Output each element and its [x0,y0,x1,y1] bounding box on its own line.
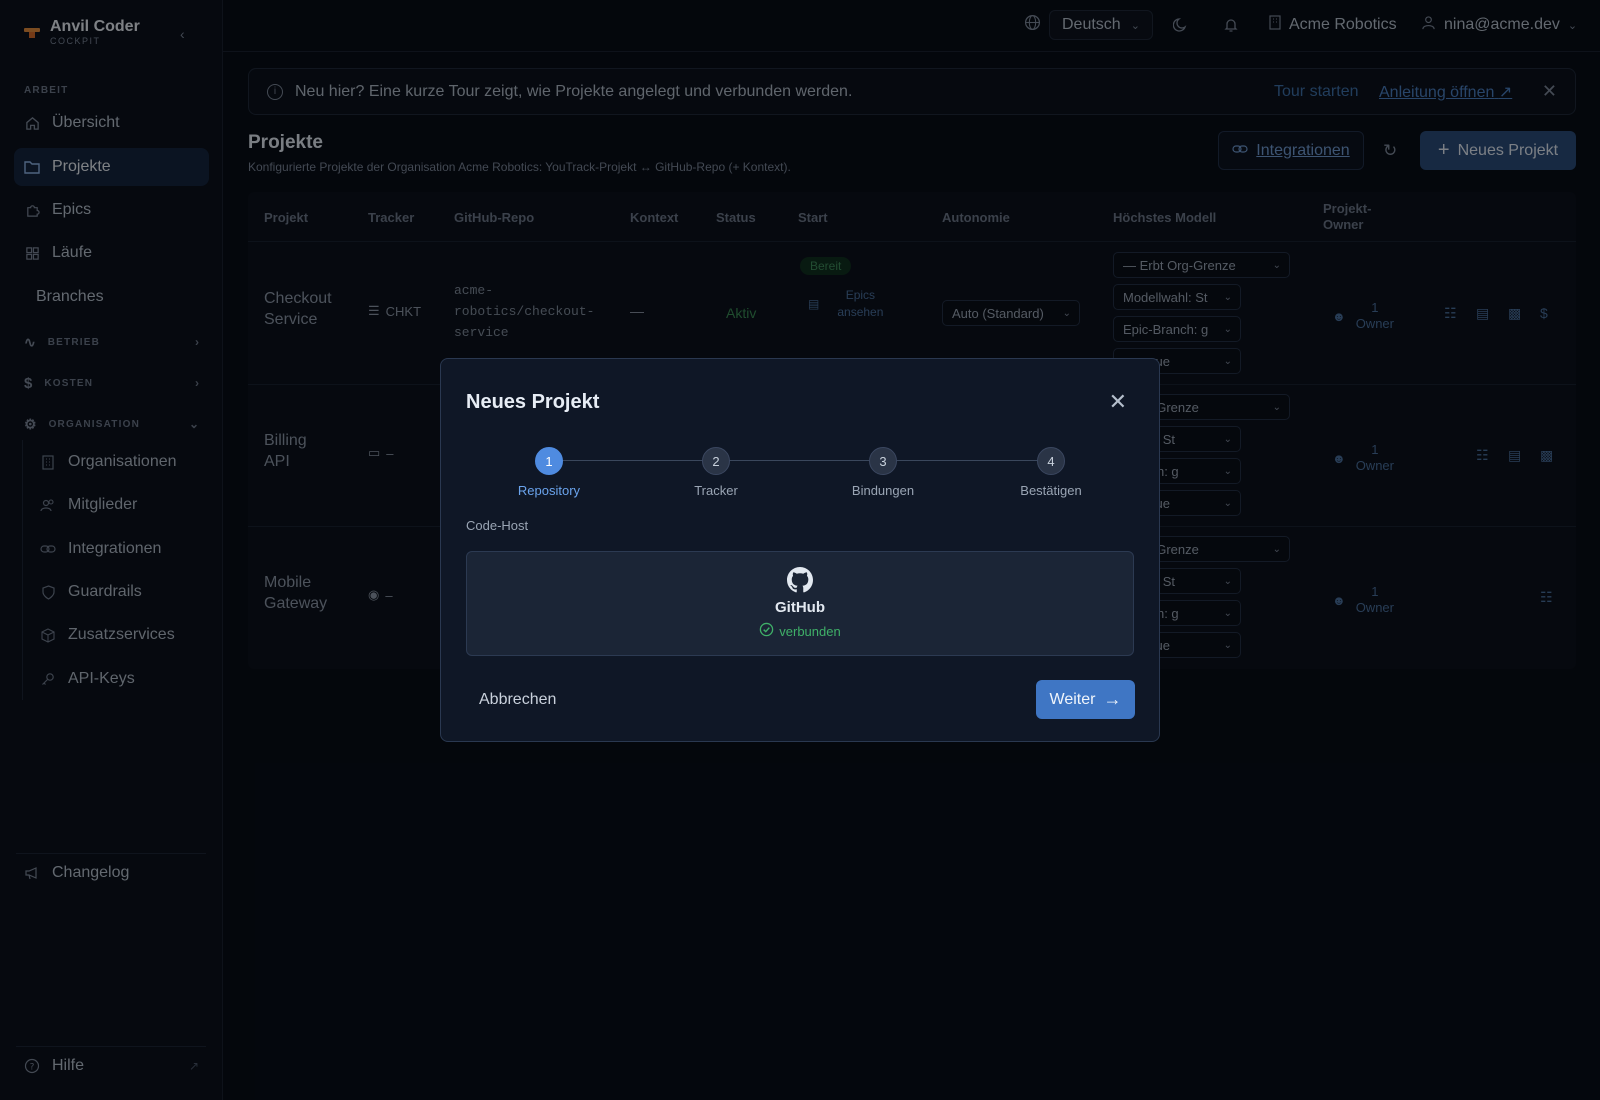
stepper-track [548,460,1051,461]
arrow-right-icon: → [1103,689,1122,709]
step-tracker[interactable]: 2 Tracker [646,447,786,498]
step-number: 2 [702,447,730,475]
step-number: 1 [535,447,563,475]
step-bestaetigen[interactable]: 4 Bestätigen [981,447,1121,498]
next-button-label: Weiter [1049,690,1096,708]
github-icon [787,567,813,593]
step-number: 3 [869,447,897,475]
close-icon[interactable]: ✕ [1109,389,1127,415]
new-project-dialog: Neues Projekt ✕ 1 Repository 2 Tracker 3… [440,358,1160,742]
check-circle-icon [759,622,774,640]
github-host-card[interactable]: GitHub verbunden [466,551,1134,656]
next-button[interactable]: Weiter → [1036,680,1135,719]
cancel-button[interactable]: Abbrechen [467,680,568,719]
dialog-title: Neues Projekt [466,391,600,413]
host-name: GitHub [775,599,825,616]
step-label: Bestätigen [1020,483,1082,498]
code-host-label: Code-Host [466,518,529,533]
step-label: Tracker [694,483,738,498]
step-label: Bindungen [851,483,915,498]
step-bindungen[interactable]: 3 Bindungen [813,447,953,498]
step-label: Repository [517,483,581,498]
step-repository[interactable]: 1 Repository [479,447,619,498]
connection-status-text: verbunden [779,623,841,639]
step-number: 4 [1037,447,1065,475]
connection-status: verbunden [759,622,841,640]
